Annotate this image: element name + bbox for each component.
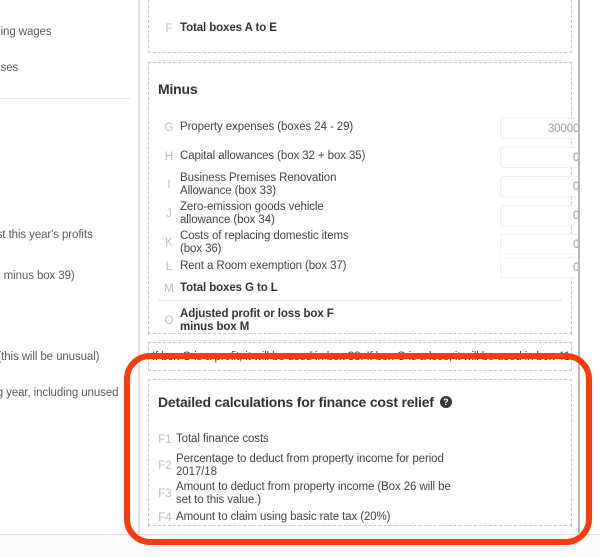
row-label: Amount to claim using basic rate tax (20… xyxy=(176,511,391,523)
row-label: Percentage to deduct from property incom… xyxy=(176,453,444,478)
section-heading-minus: Minus xyxy=(158,81,198,97)
left-clipped-text: ing year, including unused xyxy=(0,387,119,399)
section-heading-text: Minus xyxy=(158,81,198,97)
row-tag: F2 xyxy=(158,460,172,472)
left-clipped-text: uding wages xyxy=(0,26,52,38)
left-clipped-text: inst this year's profits xyxy=(0,229,93,241)
row-tag: O xyxy=(164,315,174,327)
table-row: K Costs of replacing domestic items (box… xyxy=(158,230,368,256)
row-tag: I xyxy=(167,179,171,191)
section-divider xyxy=(158,60,562,61)
row-tag: F4 xyxy=(158,511,172,524)
note-text: If box O is a profit, it will be used in… xyxy=(152,351,574,363)
page-right-gutter xyxy=(580,0,600,557)
left-clipped-panel: uding wages enses inst this year's profi… xyxy=(0,0,139,557)
row-label: Balancing charges (box 31) xyxy=(180,0,317,1)
table-row: O Adjusted profit or loss box F minus bo… xyxy=(158,308,368,334)
table-row: F2 Percentage to deduct from property in… xyxy=(154,453,454,479)
table-row: F1 Total finance costs xyxy=(154,433,454,446)
section-heading-finance: Detailed calculations for finance cost r… xyxy=(158,394,452,410)
row-label: Adjusted profit or loss box F minus box … xyxy=(180,308,334,333)
row-tag: E xyxy=(158,0,180,1)
left-panel-divider xyxy=(0,98,130,99)
left-clipped-text: 38 minus box 39) xyxy=(0,270,75,282)
left-clipped-text: e (this will be unusual) xyxy=(0,351,100,363)
table-row: H Capital allowances (box 32 + box 35) xyxy=(158,150,488,163)
row-label: Business Premises Renovation Allowance (… xyxy=(180,172,337,197)
row-value-input[interactable]: 30000.00 xyxy=(500,118,578,139)
table-row: F3 Amount to deduct from property income… xyxy=(154,481,454,507)
row-tag: K xyxy=(165,237,173,249)
row-label: Total finance costs xyxy=(176,433,269,445)
row-label: Amount to deduct from property income (B… xyxy=(176,481,451,506)
row-value-input[interactable]: 0.00 xyxy=(500,147,578,168)
table-row: F Total boxes A to E xyxy=(158,22,498,35)
row-label: Total boxes G to L xyxy=(180,282,278,294)
row-label: Costs of replacing domestic items (box 3… xyxy=(180,230,349,255)
row-value-input[interactable]: 0.00 xyxy=(500,176,578,197)
section-divider xyxy=(158,340,562,341)
row-tag: F1 xyxy=(158,433,172,446)
table-row: M Total boxes G to L xyxy=(158,282,488,295)
row-label: Zero-emission goods vehicle allowance (b… xyxy=(180,201,324,226)
row-value-input[interactable]: 0.00 xyxy=(500,257,578,278)
row-label: Rent a Room exemption (box 37) xyxy=(180,260,347,272)
left-clipped-text: enses xyxy=(0,62,19,74)
row-divider xyxy=(158,300,562,301)
row-label: Property expenses (boxes 24 - 29) xyxy=(180,121,354,133)
row-label: Capital allowances (box 32 + box 35) xyxy=(180,150,366,162)
screenshot-root: uding wages enses inst this year's profi… xyxy=(0,0,600,557)
question-mark-icon[interactable]: ? xyxy=(439,396,452,408)
row-tag: H xyxy=(164,150,174,163)
row-value-input[interactable]: 0.00 xyxy=(500,234,578,255)
table-row: G Property expenses (boxes 24 - 29) xyxy=(158,121,488,134)
row-tag: J xyxy=(166,208,172,220)
row-tag: M xyxy=(164,282,174,295)
row-value-input[interactable]: 0.00 xyxy=(500,205,578,226)
table-row: I Business Premises Renovation Allowance… xyxy=(158,172,358,198)
row-label: Total boxes A to E xyxy=(180,22,277,34)
table-row: F4 Amount to claim using basic rate tax … xyxy=(154,511,454,524)
table-row: E Balancing charges (box 31) xyxy=(158,0,498,1)
page-bottom-strip xyxy=(0,534,600,557)
row-tag: L xyxy=(165,260,173,273)
row-tag: G xyxy=(164,121,174,134)
table-row: L Rent a Room exemption (box 37) xyxy=(158,260,488,273)
section-heading-text: Detailed calculations for finance cost r… xyxy=(158,394,434,410)
calculation-card: E Balancing charges (box 31) 0.00 F Tota… xyxy=(139,0,579,535)
table-row: J Zero-emission goods vehicle allowance … xyxy=(158,201,358,227)
row-tag: F xyxy=(165,22,173,35)
row-tag: F3 xyxy=(158,488,172,500)
